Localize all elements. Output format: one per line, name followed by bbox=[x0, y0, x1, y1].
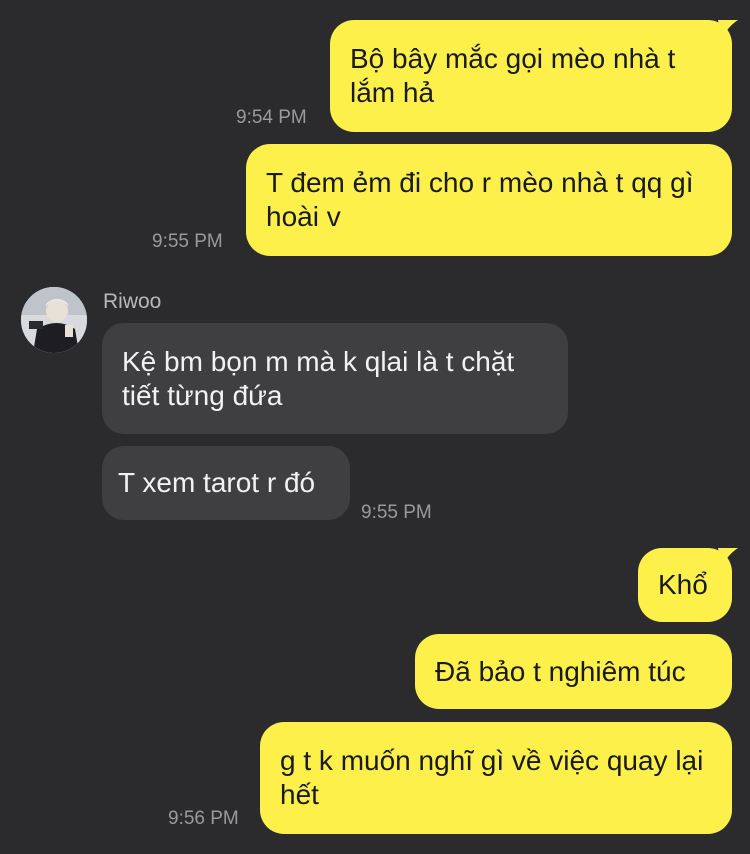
message-timestamp: 9:55 PM bbox=[361, 502, 432, 523]
message-bubble-incoming[interactable]: Kệ bm bọn m mà k qlai là t chặt tiết từn… bbox=[102, 323, 568, 434]
message-text: g t k muốn nghĩ gì về việc quay lại hết bbox=[280, 745, 704, 810]
message-text: Bộ bây mắc gọi mèo nhà t lắm hả bbox=[350, 43, 676, 108]
message-bubble-outgoing[interactable]: Bộ bây mắc gọi mèo nhà t lắm hả bbox=[330, 20, 732, 132]
message-text: Kệ bm bọn m mà k qlai là t chặt tiết từn… bbox=[122, 345, 515, 411]
bubble-tail-icon bbox=[718, 548, 738, 568]
avatar[interactable] bbox=[21, 287, 87, 353]
message-bubble-outgoing[interactable]: Đã bảo t nghiêm túc bbox=[415, 634, 732, 709]
message-timestamp: 9:56 PM bbox=[168, 808, 239, 829]
avatar-photo-icon bbox=[21, 287, 87, 353]
message-text: T đem ẻm đi cho r mèo nhà t qq gì hoài v bbox=[266, 167, 694, 232]
message-bubble-outgoing[interactable]: g t k muốn nghĩ gì về việc quay lại hết bbox=[260, 722, 732, 834]
message-text: Đã bảo t nghiêm túc bbox=[435, 655, 686, 687]
message-timestamp: 9:54 PM bbox=[236, 107, 307, 128]
message-bubble-incoming[interactable]: T xem tarot r đó bbox=[102, 446, 350, 520]
bubble-tail-icon bbox=[718, 20, 738, 40]
message-text: Khổ bbox=[658, 569, 708, 600]
message-timestamp: 9:55 PM bbox=[152, 231, 223, 252]
message-text: T xem tarot r đó bbox=[118, 467, 316, 498]
message-bubble-outgoing[interactable]: T đem ẻm đi cho r mèo nhà t qq gì hoài v bbox=[246, 144, 732, 256]
sender-name: Riwoo bbox=[103, 290, 162, 313]
